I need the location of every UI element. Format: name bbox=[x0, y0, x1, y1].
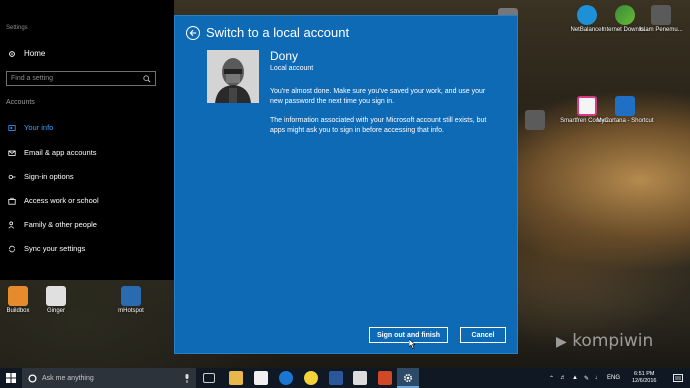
watermark-text: kompiwin bbox=[572, 331, 654, 351]
taskbar: Ask me anything ⌃ ♬ ▲ ✎ ♩ ENG 6:51 PM 12… bbox=[0, 368, 690, 388]
store-icon[interactable] bbox=[254, 371, 268, 385]
chevron-up-icon[interactable]: ⌃ bbox=[549, 375, 554, 382]
desktop-icon-label: mHotspot bbox=[118, 308, 144, 314]
desktop-icon-label: Ginger bbox=[46, 308, 65, 314]
cortana-search-box[interactable]: Ask me anything bbox=[22, 368, 196, 388]
user-name: Dony bbox=[270, 49, 299, 63]
dialog-title: Switch to a local account bbox=[206, 25, 350, 40]
people-icon bbox=[8, 221, 14, 228]
clock[interactable]: 6:51 PM 12/6/2016 bbox=[632, 368, 656, 388]
back-arrow-icon bbox=[189, 29, 197, 37]
sidebar-item-label: Sync your settings bbox=[24, 244, 86, 253]
islam-desktop-icon[interactable]: Islam Penemu... bbox=[632, 5, 690, 34]
sidebar-item-sign-in-options[interactable]: Sign-in options bbox=[8, 172, 158, 181]
mouse-cursor-icon bbox=[409, 339, 416, 349]
home-nav-item[interactable]: Home bbox=[8, 49, 45, 58]
cancel-button[interactable]: Cancel bbox=[460, 327, 506, 343]
language-indicator[interactable]: ENG bbox=[607, 375, 620, 381]
sidebar-item-work-school[interactable]: Access work or school bbox=[8, 196, 158, 205]
mycortana-desktop-icon[interactable]: MyCortana - Shortcut bbox=[596, 96, 654, 125]
task-view-icon[interactable] bbox=[203, 373, 215, 383]
briefcase-icon bbox=[8, 197, 16, 205]
section-heading: Accounts bbox=[6, 99, 35, 106]
user-avatar-image bbox=[207, 50, 259, 103]
sidebar-item-label: Email & app accounts bbox=[24, 148, 97, 157]
desktop-icon-partial[interactable] bbox=[515, 110, 555, 132]
dialog-message-1: You're almost done. Make sure you've sav… bbox=[270, 88, 486, 105]
search-placeholder: Find a setting bbox=[11, 75, 54, 82]
gear-icon bbox=[403, 373, 413, 383]
desktop-icon-label: Islam Penemu... bbox=[639, 27, 683, 33]
desktop-icon-label: MyCortana - Shortcut bbox=[596, 118, 654, 124]
app-smile-icon[interactable] bbox=[304, 371, 318, 385]
dialog-message-2: The information associated with your Mic… bbox=[270, 117, 487, 134]
avatar bbox=[207, 50, 259, 103]
sidebar-item-email-accounts[interactable]: Email & app accounts bbox=[8, 148, 158, 157]
sidebar-item-family[interactable]: Family & other people bbox=[8, 220, 158, 229]
mhotspot-desktop-icon[interactable]: mHotspot bbox=[102, 286, 160, 315]
notification-icon[interactable] bbox=[673, 374, 683, 383]
settings-taskbar-button[interactable] bbox=[397, 368, 419, 388]
sync-icon bbox=[9, 245, 15, 252]
word-icon[interactable] bbox=[329, 371, 343, 385]
network-icon[interactable]: ▲ bbox=[572, 375, 578, 381]
clock-date: 12/6/2016 bbox=[632, 378, 657, 384]
notepad-icon[interactable] bbox=[353, 371, 367, 385]
powerpoint-icon[interactable] bbox=[378, 371, 392, 385]
sidebar-item-label: Access work or school bbox=[24, 196, 99, 205]
volume-icon[interactable]: ♩ bbox=[595, 375, 601, 381]
clock-time: 6:51 PM bbox=[633, 371, 655, 377]
key-icon bbox=[8, 174, 16, 179]
sidebar-item-label: Family & other people bbox=[24, 220, 97, 229]
settings-window: Settings Home Find a setting Accounts Yo… bbox=[0, 0, 174, 280]
taskbar-search-placeholder: Ask me anything bbox=[42, 374, 94, 382]
find-setting-input[interactable]: Find a setting bbox=[6, 71, 156, 86]
ginger-desktop-icon[interactable]: Ginger bbox=[27, 286, 85, 315]
watermark: ▶ kompiwin bbox=[556, 331, 653, 351]
pen-icon[interactable]: ✎ bbox=[584, 375, 589, 382]
account-type-label: Local account bbox=[270, 65, 314, 72]
home-label: Home bbox=[24, 49, 46, 58]
gear-icon bbox=[9, 50, 15, 57]
microphone-icon[interactable] bbox=[184, 374, 190, 383]
switch-local-account-dialog: Switch to a local account Dony Local acc… bbox=[174, 15, 518, 354]
start-button[interactable] bbox=[0, 368, 22, 388]
sidebar-item-sync[interactable]: Sync your settings bbox=[8, 244, 158, 253]
sidebar-item-label: Your info bbox=[24, 123, 54, 132]
speaker-icon[interactable]: ♬ bbox=[560, 375, 566, 381]
person-card-icon bbox=[8, 124, 16, 131]
sidebar-item-your-info[interactable]: Your info bbox=[8, 123, 158, 132]
watermark-logo-icon: ▶ bbox=[556, 334, 567, 350]
sidebar-item-label: Sign-in options bbox=[24, 172, 74, 181]
windows-logo-icon bbox=[6, 373, 16, 383]
search-icon bbox=[143, 74, 151, 83]
mail-icon bbox=[8, 150, 16, 156]
back-button[interactable] bbox=[186, 26, 200, 40]
system-tray: ⌃ ♬ ▲ ✎ ♩ ENG bbox=[549, 368, 620, 388]
file-explorer-icon[interactable] bbox=[229, 371, 243, 385]
window-title: Settings bbox=[6, 25, 28, 31]
edge-browser-icon[interactable] bbox=[279, 371, 293, 385]
cortana-circle-icon bbox=[28, 373, 37, 383]
